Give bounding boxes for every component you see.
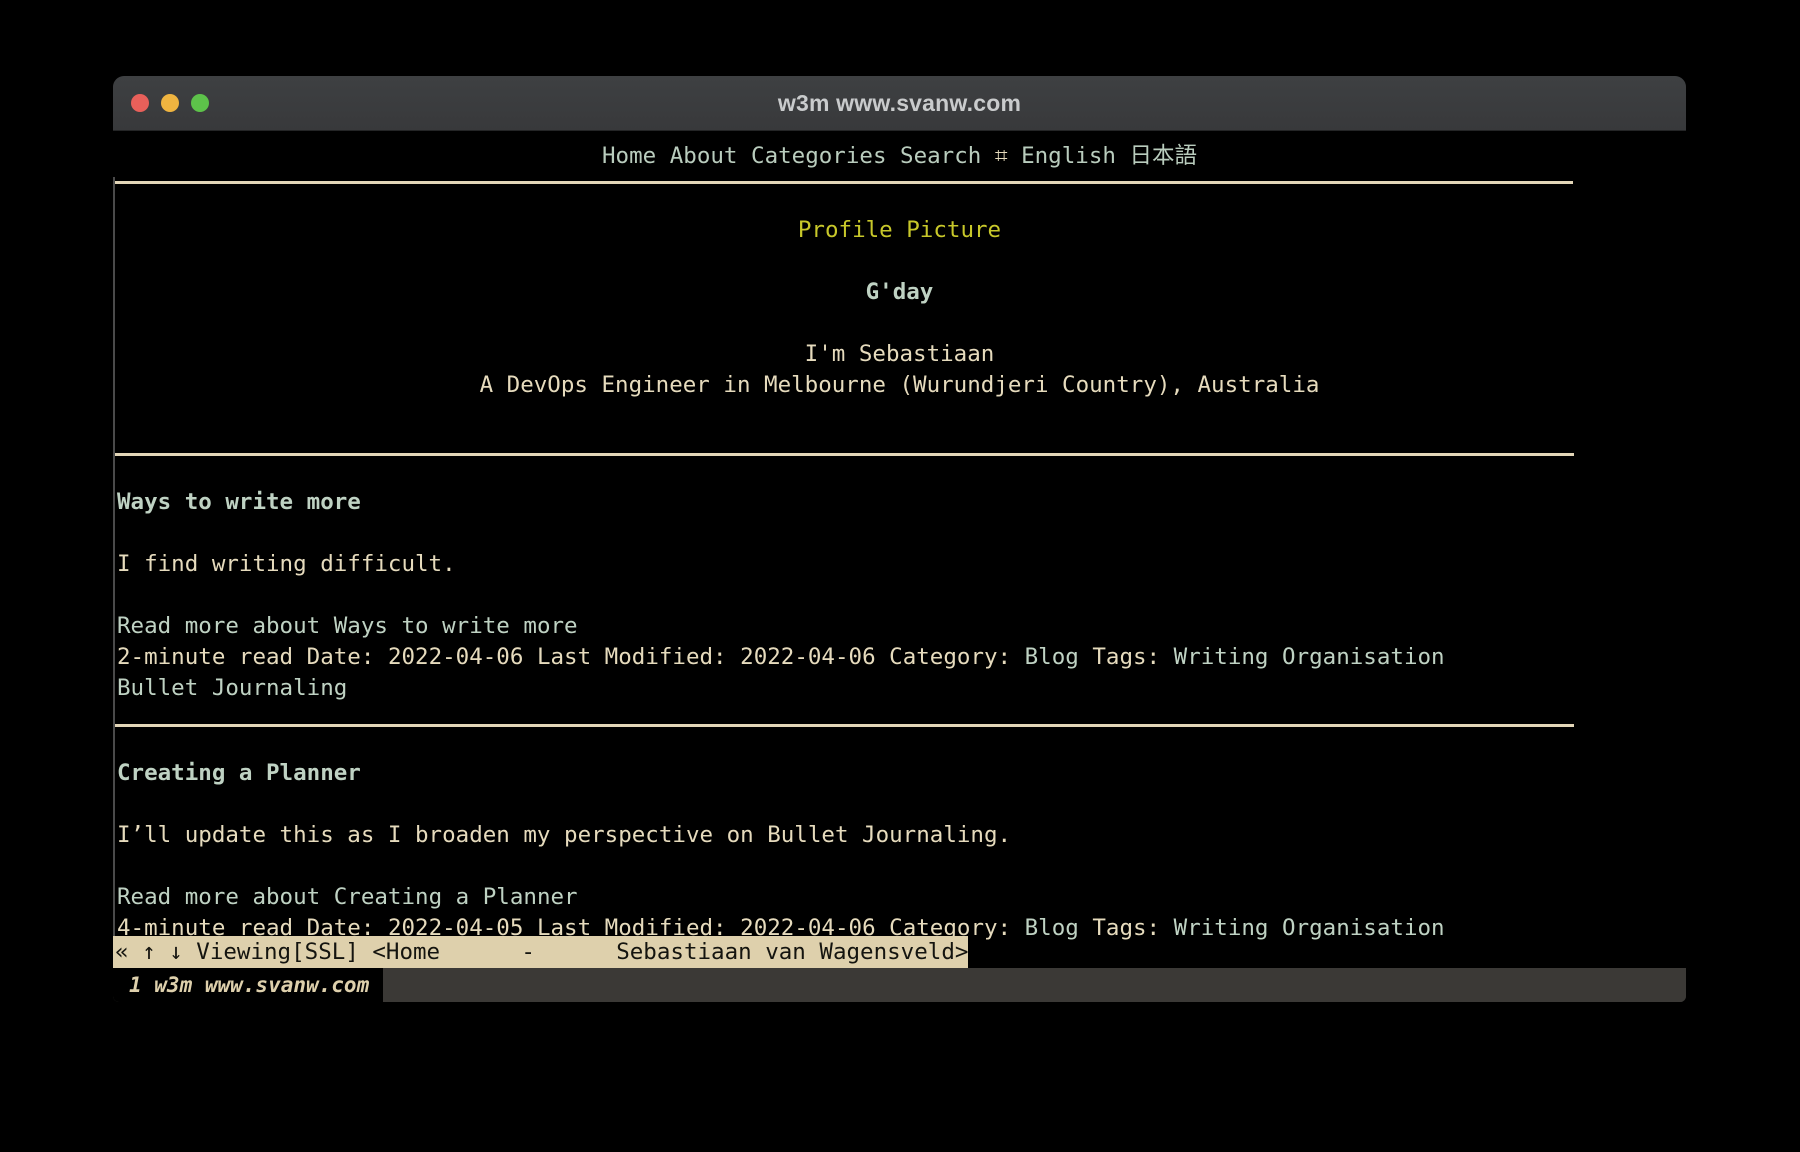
traffic-light-group <box>131 76 209 130</box>
zoom-button[interactable] <box>191 94 209 112</box>
read-more-title: Ways to write more <box>333 613 578 639</box>
profile-picture-alt[interactable]: Profile Picture <box>113 215 1686 246</box>
hash-icon: ⌗ <box>994 143 1008 169</box>
read-time: 2-minute read <box>117 644 294 670</box>
read-more-title: Creating a Planner <box>333 884 578 910</box>
w3m-page: Home About Categories Search ⌗ English 日… <box>113 131 1686 957</box>
article-excerpt: I find writing difficult. <box>117 551 456 577</box>
hero-greeting: G'day <box>865 279 934 305</box>
nav-item-home[interactable]: Home <box>602 143 656 169</box>
date-label: Date: <box>306 644 375 670</box>
article-entry: Creating a Planner I’ll update this as I… <box>113 758 1686 944</box>
article-title[interactable]: Creating a Planner <box>115 758 1686 789</box>
window-titlebar[interactable]: w3m www.svanw.com <box>113 76 1686 131</box>
article-read-more-link[interactable]: Read more about Creating a Planner <box>115 882 1686 913</box>
article-meta: 2-minute read Date: 2022-04-06 Last Modi… <box>115 642 1686 673</box>
nav-item-search[interactable]: Search <box>900 143 981 169</box>
date-value: 2022-04-06 <box>387 644 524 670</box>
tmux-window-item[interactable]: 1 w3m www.svanw.com <box>113 968 384 1002</box>
desktop-background: w3m www.svanw.com Home About Categories … <box>0 0 1800 1152</box>
article-entry: Ways to write more I find writing diffic… <box>113 487 1686 704</box>
nav-item-categories[interactable]: Categories <box>751 143 886 169</box>
read-more-prefix: Read more about <box>117 613 334 639</box>
date-label: Date: <box>306 915 375 941</box>
modified-label: Last Modified: <box>536 915 727 941</box>
category-link[interactable]: Blog <box>1025 915 1079 941</box>
modified-value: 2022-04-06 <box>740 915 876 941</box>
tag-links-line-1[interactable]: Writing Organisation <box>1174 915 1445 941</box>
tag-links-line-2[interactable]: Bullet Journaling <box>115 673 1686 704</box>
tags-label: Tags: <box>1092 644 1161 670</box>
tmux-statusbar: 1 w3m www.svanw.com <box>113 968 1686 1002</box>
article-read-more-link[interactable]: Read more about Ways to write more <box>115 611 1686 642</box>
article-excerpt: I’ll update this as I broaden my perspec… <box>117 822 1012 848</box>
read-time: 4-minute read <box>117 915 294 941</box>
site-nav: Home About Categories Search ⌗ English 日… <box>113 131 1686 177</box>
terminal-viewport[interactable]: Home About Categories Search ⌗ English 日… <box>113 131 1686 968</box>
read-more-prefix: Read more about <box>117 884 334 910</box>
nav-item-about[interactable]: About <box>670 143 738 169</box>
close-button[interactable] <box>131 94 149 112</box>
article-meta: 4-minute read Date: 2022-04-05 Last Modi… <box>115 913 1686 944</box>
terminal-window: w3m www.svanw.com Home About Categories … <box>113 76 1686 1002</box>
category-link[interactable]: Blog <box>1025 644 1079 670</box>
window-title: w3m www.svanw.com <box>777 89 1022 116</box>
article-title[interactable]: Ways to write more <box>115 487 1686 518</box>
modified-label: Last Modified: <box>536 644 727 670</box>
hero-tagline: A DevOps Engineer in Melbourne (Wurundje… <box>479 372 1320 398</box>
tmux-status-filler <box>383 968 1686 1002</box>
tag-links-line-1[interactable]: Writing Organisation <box>1174 644 1445 670</box>
hero-intro: I'm Sebastiaan <box>804 341 995 367</box>
nav-item-english[interactable]: English <box>1021 143 1116 169</box>
nav-item-japanese[interactable]: 日本語 <box>1129 143 1197 169</box>
modified-value: 2022-04-06 <box>740 644 876 670</box>
category-label: Category: <box>889 644 1012 670</box>
minimize-button[interactable] <box>161 94 179 112</box>
category-label: Category: <box>889 915 1012 941</box>
tags-label: Tags: <box>1092 915 1161 941</box>
date-value: 2022-04-05 <box>387 915 524 941</box>
cursor-column-marker <box>113 177 115 957</box>
